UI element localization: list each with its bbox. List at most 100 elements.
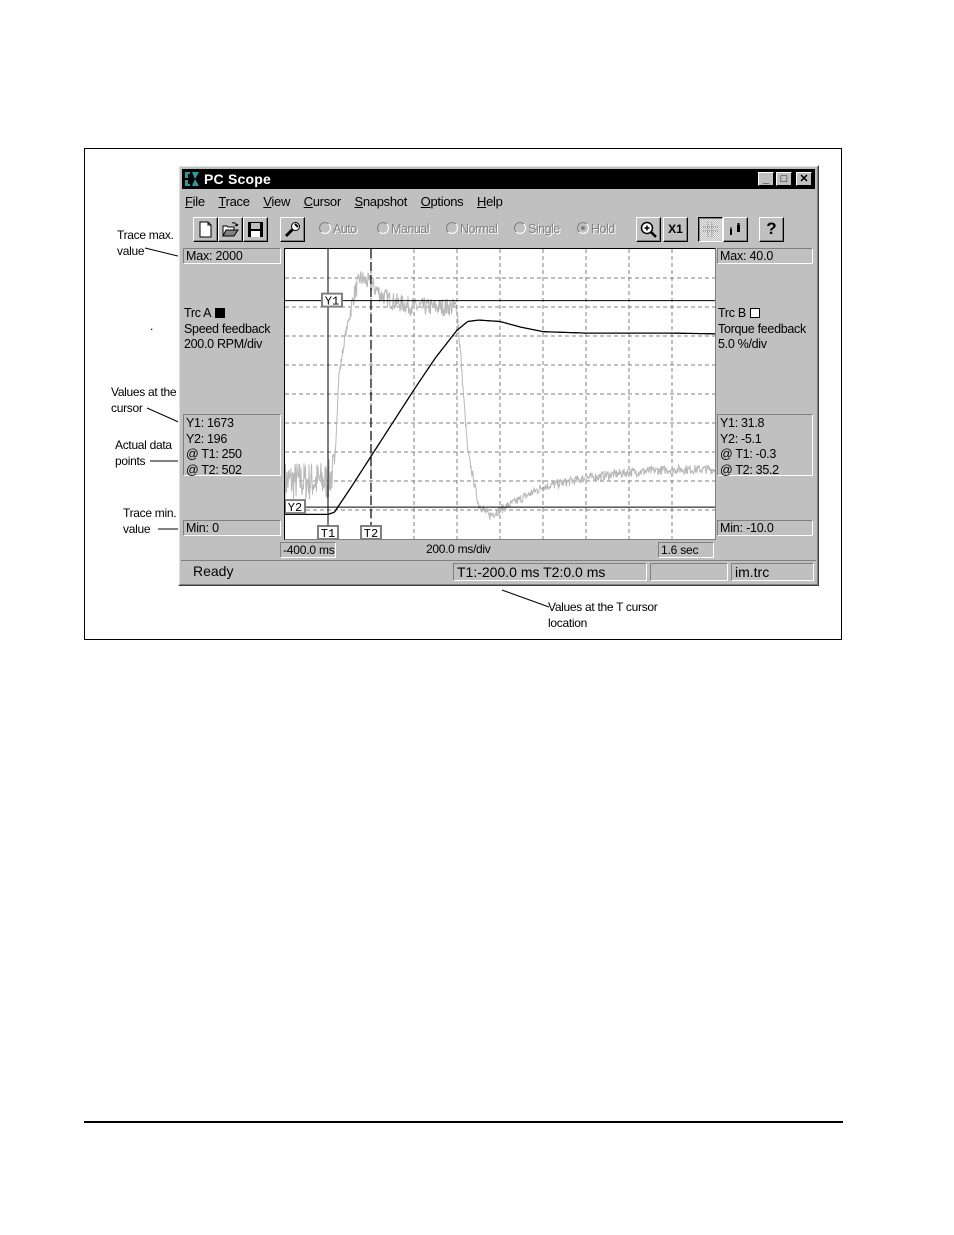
menu-file[interactable]: File <box>185 194 205 209</box>
trace-a-cursor-values: Y1: 1673 Y2: 196 @ T1: 250 @ T2: 502 <box>183 414 281 477</box>
title-bar[interactable]: PC Scope _ □ ✕ <box>182 169 815 189</box>
trace-b-signal: Torque feedback <box>718 321 806 336</box>
trace-a-t2: @ T2: 502 <box>186 462 242 477</box>
menu-snapshot[interactable]: Snapshot <box>355 194 408 209</box>
scope-plot-area[interactable]: Y1 Y2 T1 T2 <box>284 248 716 540</box>
menu-options-label: ptions <box>430 194 464 209</box>
new-file-icon <box>199 221 212 238</box>
trace-a-name: Trc A <box>184 306 212 320</box>
mode-hold-radio[interactable]: Hold <box>577 222 615 236</box>
trace-a-scale: 200.0 RPM/div <box>184 337 263 351</box>
menu-trace-accel: T <box>218 194 226 209</box>
trace-b-color-swatch[interactable] <box>749 308 760 318</box>
status-ready: Ready <box>193 563 234 579</box>
mode-normal-radio[interactable]: Normal <box>446 222 498 236</box>
trace-a-color-swatch[interactable] <box>215 308 226 318</box>
window-title: PC Scope <box>204 171 271 187</box>
zoom-button[interactable] <box>636 217 661 242</box>
cursor-t2-label-text: T2 <box>364 527 378 539</box>
new-file-button[interactable] <box>193 217 218 242</box>
trace-b-t2: @ T2: 35.2 <box>720 462 779 477</box>
wrench-icon <box>284 222 300 238</box>
settings-button[interactable] <box>280 217 305 242</box>
callout-actual-points-text: Actual data points <box>115 438 172 468</box>
cursor-t2-label[interactable]: T2 <box>360 525 382 539</box>
trace-b-info[interactable]: Trc B Torque feedback 5.0 %/div <box>718 306 806 353</box>
callout-t-cursor: Values at the T cursor location <box>548 599 658 631</box>
callout-trace-min: Trace min. value <box>123 505 177 537</box>
minimize-button[interactable]: _ <box>758 172 774 186</box>
save-disk-icon <box>248 222 263 237</box>
maximize-button[interactable]: □ <box>776 172 792 186</box>
scope-chart[interactable]: Y1 Y2 T1 T2 <box>285 249 715 539</box>
status-cursor-times: T1:-200.0 ms T2:0.0 ms <box>453 563 647 581</box>
open-button[interactable] <box>218 217 243 242</box>
page-footer-rule <box>84 1121 843 1123</box>
menu-trace[interactable]: Trace <box>218 194 250 209</box>
callout-trace-min-text: Trace min. value <box>123 506 177 536</box>
menu-snapshot-label: napshot <box>362 194 408 209</box>
mode-manual-radio[interactable]: Manual <box>377 222 430 236</box>
pc-scope-window: PC Scope _ □ ✕ File Trace View Cursor Sn… <box>178 165 819 586</box>
mode-hold-label: Hold <box>591 222 615 236</box>
menu-bar: File Trace View Cursor Snapshot Options … <box>185 194 513 212</box>
trace-b-cursor-values: Y1: 31.8 Y2: -5.1 @ T1: -0.3 @ T2: 35.2 <box>717 414 813 477</box>
mode-manual-label: Manual <box>391 222 430 236</box>
trace-b-y1: Y1: 31.8 <box>720 416 765 430</box>
x1-scale-button[interactable]: X1 <box>663 217 688 242</box>
time-axis-start: -400.0 ms <box>280 542 336 558</box>
trace-a-y2: Y2: 196 <box>186 431 227 446</box>
trace-a-min: Min: 0 <box>183 520 281 536</box>
menu-view-label: iew <box>271 194 291 209</box>
trace-a-signal: Speed feedback <box>184 321 271 336</box>
callout-actual-points: Actual data points <box>115 437 172 469</box>
trace-a-info[interactable]: Trc A Speed feedback 200.0 RPM/div <box>184 306 270 353</box>
mode-normal-label: Normal <box>460 222 498 236</box>
mode-auto-radio[interactable]: Auto <box>319 222 357 236</box>
save-button[interactable] <box>243 217 268 242</box>
grid-toggle-button[interactable] <box>698 217 723 242</box>
menu-options-accel: O <box>420 194 431 209</box>
radio-single-indicator <box>514 222 526 234</box>
zoom-in-icon <box>640 221 657 238</box>
menu-cursor-accel: C <box>303 194 313 209</box>
menu-trace-label: race <box>225 194 250 209</box>
menu-snapshot-accel: S <box>354 194 364 209</box>
menu-view[interactable]: View <box>263 194 290 209</box>
cursor-hands-button[interactable] <box>723 217 748 242</box>
app-logo-icon <box>184 171 200 187</box>
callout-cursor-values: Values at the cursor <box>111 384 177 416</box>
x1-label: X1 <box>668 222 683 236</box>
cursor-y1-label[interactable]: Y1 <box>321 292 343 309</box>
cursor-t1-label[interactable]: T1 <box>317 525 339 539</box>
radio-manual-indicator <box>377 222 389 234</box>
mode-single-label: Single <box>528 222 560 236</box>
cursor-y2-label[interactable]: Y2 <box>285 499 306 515</box>
callout-t-cursor-text: Values at the T cursor location <box>548 600 658 630</box>
menu-help[interactable]: Help <box>477 194 503 209</box>
help-icon: ? <box>766 219 777 238</box>
close-button[interactable]: ✕ <box>796 172 812 186</box>
trace-b-max: Max: 40.0 <box>717 248 813 264</box>
trace-b-t1: @ T1: -0.3 <box>720 447 777 461</box>
cursor-y1-label-text: Y1 <box>325 295 339 309</box>
trace-b-name: Trc B <box>718 306 746 320</box>
menu-cursor-label: ursor <box>312 194 341 209</box>
status-file: im.trc <box>731 563 814 581</box>
help-button[interactable]: ? <box>759 217 784 242</box>
radio-auto-indicator <box>319 222 331 234</box>
close-icon: ✕ <box>799 173 809 185</box>
menu-options[interactable]: Options <box>421 194 464 209</box>
time-axis-end: 1.6 sec <box>658 542 714 558</box>
trace-b-scale: 5.0 %/div <box>718 337 767 351</box>
mode-single-radio[interactable]: Single <box>514 222 560 236</box>
toolbar: Auto Manual Normal Single Hold X1 ? <box>179 216 818 244</box>
cursor-hands-icon <box>730 223 740 235</box>
radio-hold-indicator <box>577 222 589 234</box>
minimize-icon: _ <box>762 173 770 185</box>
trace-a-y1: Y1: 1673 <box>186 416 234 430</box>
trace-a-t1: @ T1: 250 <box>186 447 242 461</box>
menu-file-accel: F <box>185 194 193 209</box>
menu-cursor[interactable]: Cursor <box>303 194 342 209</box>
trace-a-max: Max: 2000 <box>183 248 281 264</box>
